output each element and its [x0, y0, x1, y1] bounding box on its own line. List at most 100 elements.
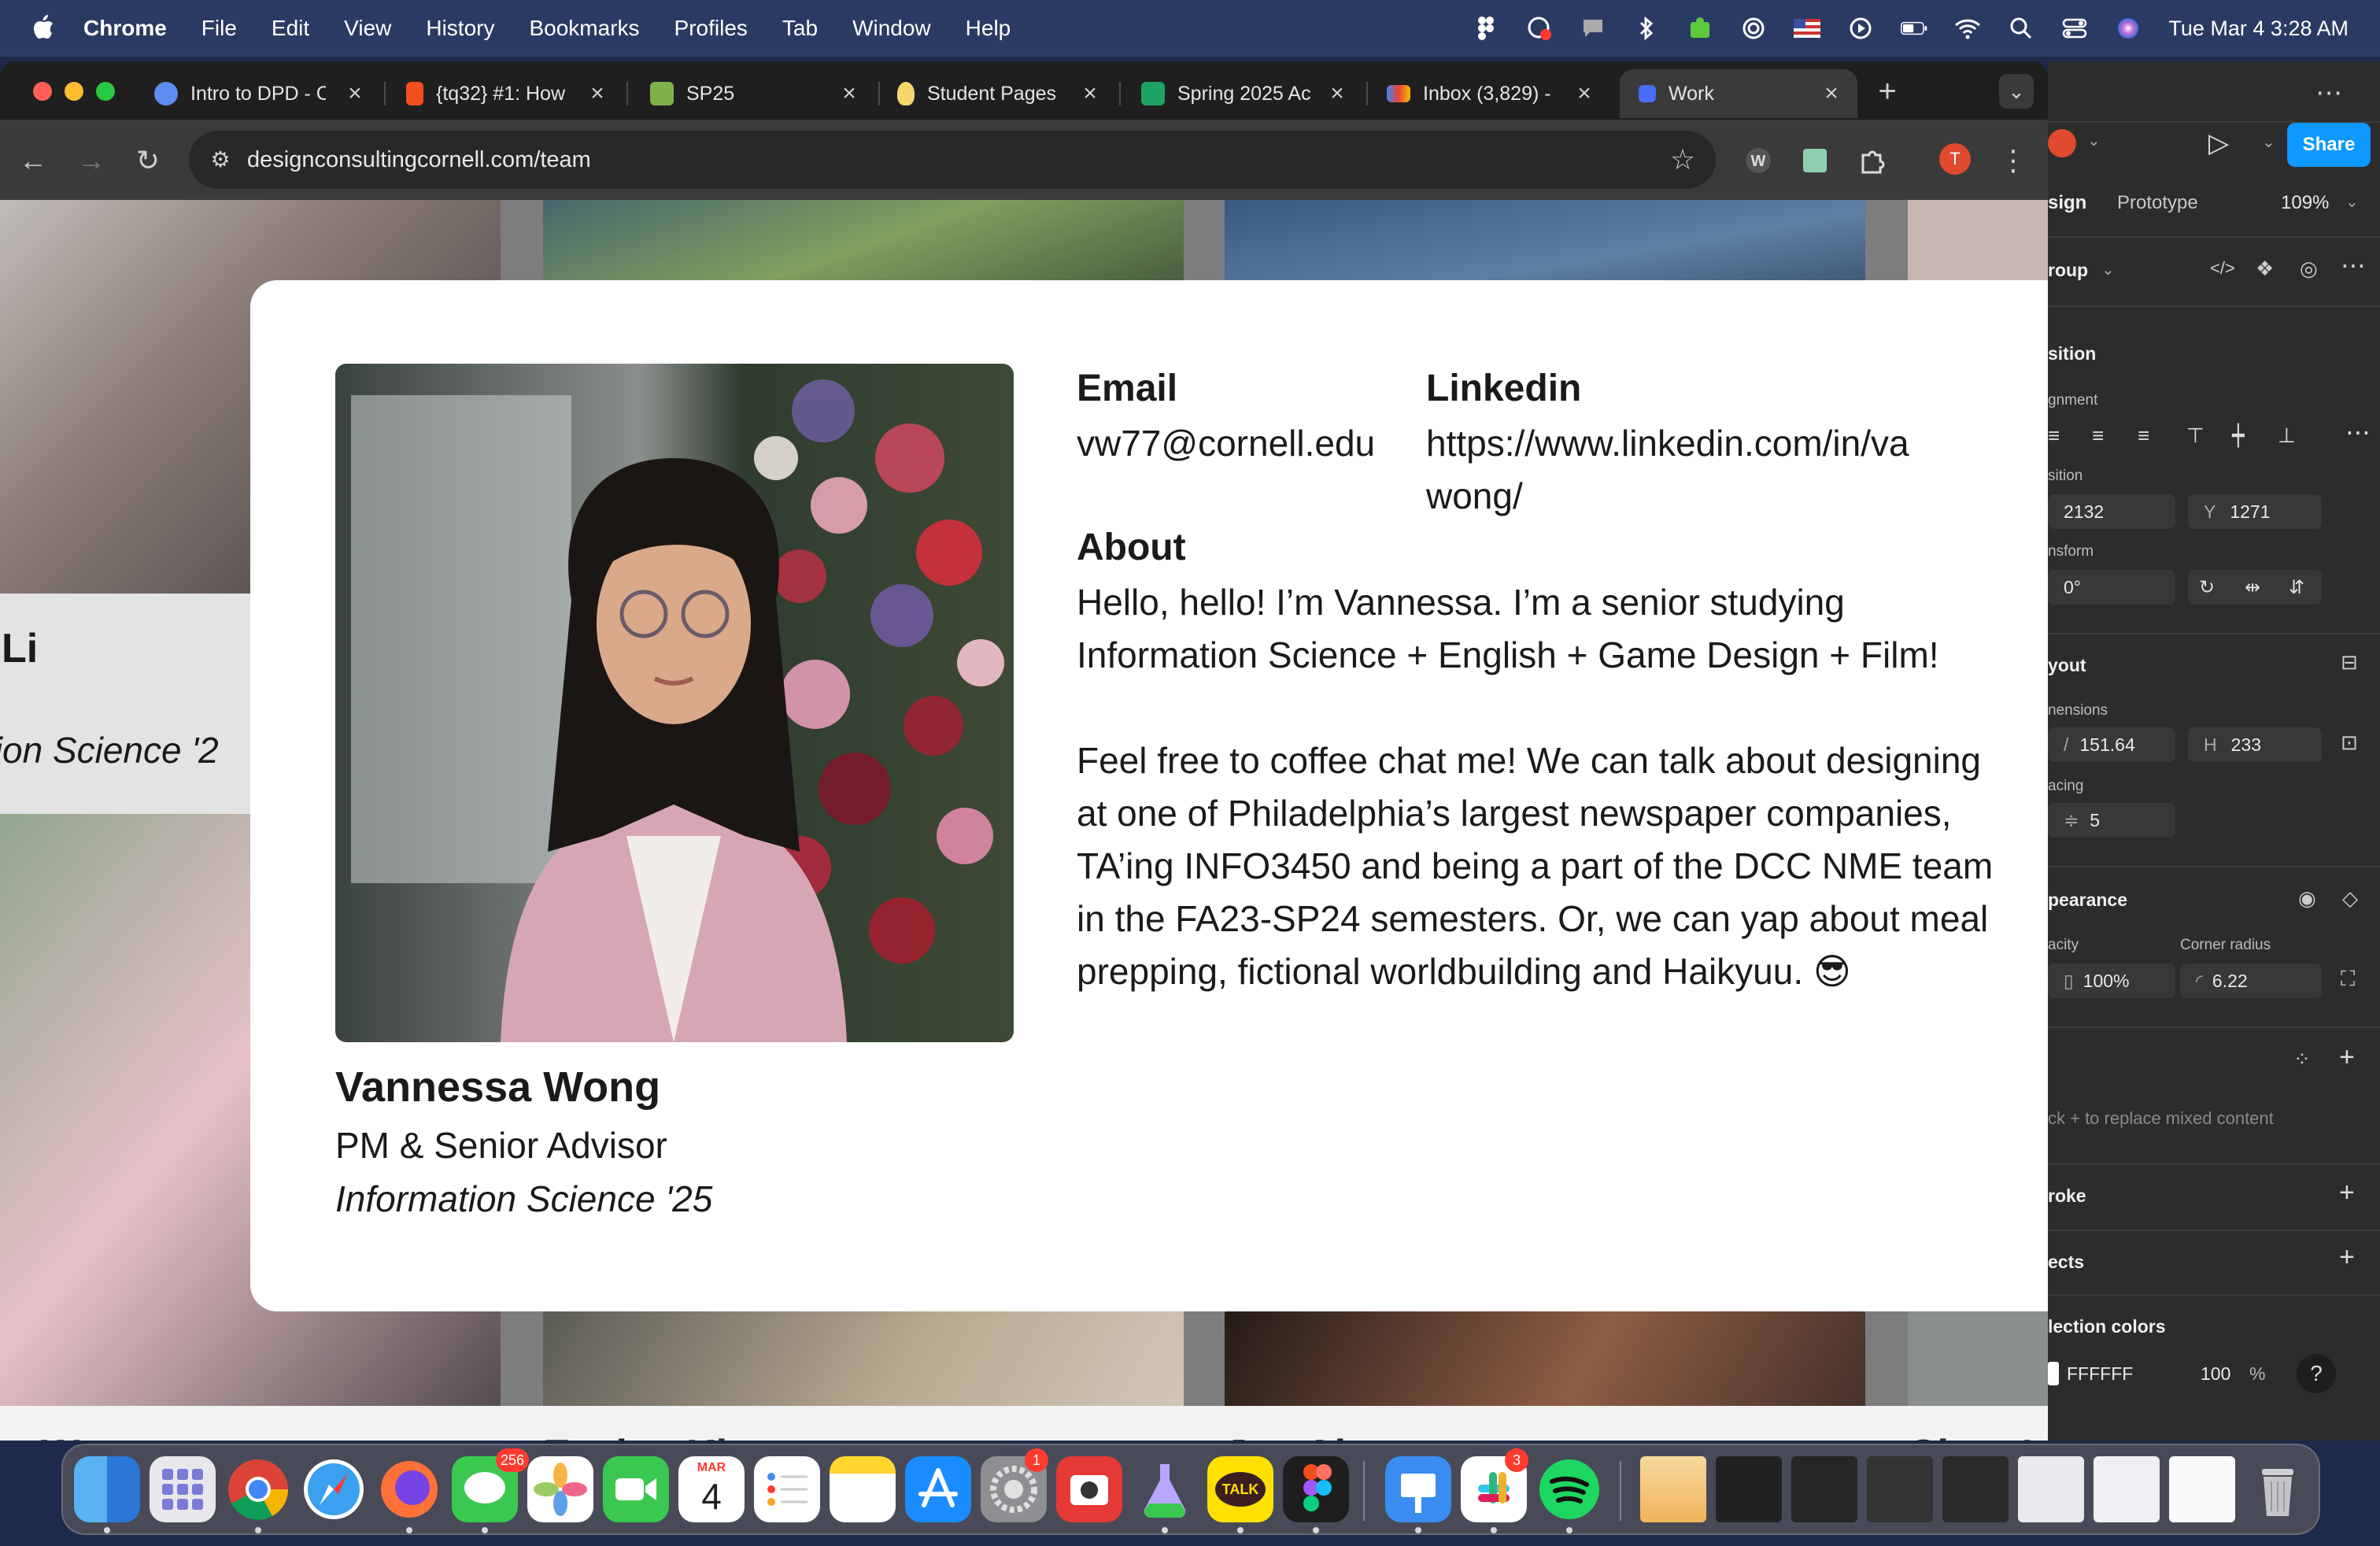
align-middle-icon[interactable]: ┿ [2232, 423, 2245, 448]
more-options-icon[interactable]: ⋯ [2341, 250, 2366, 280]
minimized-window-thumbnail[interactable] [2018, 1456, 2084, 1522]
us-flag-icon[interactable] [1794, 15, 1821, 42]
profile-avatar[interactable]: T [1939, 143, 1971, 175]
chevron-down-icon[interactable]: ⌄ [2087, 131, 2101, 150]
forward-arrow-icon[interactable]: → [74, 143, 109, 178]
auto-layout-icon[interactable]: ⊟ [2341, 650, 2358, 675]
visibility-eye-icon[interactable]: ◉ [2298, 886, 2316, 911]
chat-bubble-icon[interactable] [1580, 15, 1606, 42]
spacing-input[interactable]: ≑ 5 [2048, 803, 2175, 838]
notes-icon[interactable] [830, 1456, 896, 1522]
photo-booth-icon[interactable] [1056, 1456, 1122, 1522]
help-button[interactable]: ? [2297, 1354, 2336, 1393]
chrome-menu-kebab-icon[interactable]: ⋮ [1996, 143, 2031, 178]
potion-app-icon[interactable] [1132, 1456, 1198, 1522]
address-bar[interactable]: ⚙ designconsultingcornell.com/team ☆ [189, 131, 1716, 189]
minimized-window-thumbnail[interactable] [1867, 1456, 1933, 1522]
finder-icon[interactable] [74, 1456, 140, 1522]
chevron-down-icon[interactable]: ⌄ [2345, 192, 2359, 212]
align-top-icon[interactable]: ⊤ [2186, 423, 2204, 448]
corner-radius-input[interactable]: ◜ 6.22 [2180, 963, 2322, 998]
align-bottom-icon[interactable]: ⊥ [2278, 423, 2296, 448]
tab-spring-2025[interactable]: Spring 2025 Ac × [1141, 69, 1351, 118]
color-hex-value[interactable]: FFFFFF [2067, 1363, 2133, 1385]
puzzle-extension-icon[interactable] [1687, 15, 1713, 42]
new-tab-plus-icon[interactable]: + [1870, 74, 1905, 109]
menu-view[interactable]: View [344, 16, 391, 41]
spotlight-search-icon[interactable] [2008, 15, 2034, 42]
figma-share-button[interactable]: Share [2287, 123, 2371, 167]
distribute-more-icon[interactable]: ⋯ [2345, 417, 2371, 447]
align-right-icon[interactable]: ≡ [2138, 423, 2149, 448]
figma-dock-icon[interactable] [1283, 1456, 1349, 1522]
color-swatch[interactable] [2048, 1362, 2059, 1385]
safari-icon[interactable] [301, 1456, 367, 1522]
tab-work-active[interactable]: Work × [1620, 69, 1857, 118]
control-center-icon[interactable] [2061, 15, 2088, 42]
zoom-level[interactable]: 109% [2281, 192, 2329, 214]
y-position-input[interactable]: Y 1271 [2188, 494, 2322, 529]
minimized-window-thumbnail[interactable] [1791, 1456, 1857, 1522]
wifi-icon[interactable] [1954, 15, 1981, 42]
close-tab-icon[interactable]: × [1077, 80, 1103, 107]
bluetooth-icon[interactable] [1633, 15, 1660, 42]
site-info-icon[interactable]: ⚙ [203, 142, 238, 177]
figma-more-icon[interactable]: ⋯ [2315, 77, 2342, 109]
align-left-icon[interactable]: ≡ [2048, 423, 2060, 448]
kakaotalk-icon[interactable]: TALK [1207, 1456, 1273, 1522]
align-center-icon[interactable]: ≡ [2092, 423, 2104, 448]
minimized-window-thumbnail[interactable] [1942, 1456, 2009, 1522]
add-stroke-plus-icon[interactable]: + [2339, 1178, 2355, 1208]
photos-icon[interactable] [527, 1456, 593, 1522]
minimized-window-thumbnail[interactable] [2169, 1456, 2235, 1522]
close-tab-icon[interactable]: × [1818, 80, 1845, 107]
close-tab-icon[interactable]: × [1324, 80, 1351, 107]
back-arrow-icon[interactable]: ← [16, 143, 50, 178]
resize-icon[interactable]: ⊡ [2341, 730, 2358, 755]
tab-intro-to-dpd[interactable]: Intro to DPD - C × [154, 69, 368, 118]
calendar-icon[interactable]: MAR 4 [678, 1456, 745, 1522]
menu-profiles[interactable]: Profiles [674, 16, 748, 41]
menu-history[interactable]: History [426, 16, 494, 41]
facetime-icon[interactable] [603, 1456, 669, 1522]
launchpad-icon[interactable] [150, 1456, 216, 1522]
figma-avatar[interactable] [2048, 129, 2076, 157]
extension-w-icon[interactable]: W [1741, 143, 1776, 178]
mask-icon[interactable]: ◎ [2300, 257, 2318, 281]
menu-tab[interactable]: Tab [782, 16, 818, 41]
menu-bookmarks[interactable]: Bookmarks [529, 16, 639, 41]
component-icon[interactable]: ❖ [2256, 257, 2274, 281]
independent-corners-icon[interactable]: ⛶ [2341, 967, 2355, 992]
fill-styles-icon[interactable]: ⁘ [2293, 1047, 2311, 1071]
tab-inbox[interactable]: Inbox (3,829) - × [1387, 69, 1598, 118]
menu-bar-clock[interactable]: Tue Mar 4 3:28 AM [2168, 17, 2349, 41]
layer-type-label[interactable]: roup [2048, 260, 2088, 281]
width-input[interactable]: /151.64 [2048, 727, 2175, 762]
close-tab-icon[interactable]: × [1571, 80, 1598, 107]
siri-icon[interactable] [2115, 15, 2142, 42]
chrome-dock-icon[interactable] [225, 1456, 291, 1522]
close-tab-icon[interactable]: × [584, 80, 611, 107]
chevron-down-icon[interactable]: ⌄ [2101, 260, 2115, 279]
chevron-down-icon[interactable]: ⌄ [2262, 132, 2275, 152]
apple-logo-icon[interactable] [31, 14, 55, 41]
minimized-window-thumbnail[interactable] [2094, 1456, 2160, 1522]
reload-icon[interactable]: ↻ [131, 143, 165, 178]
play-circle-icon[interactable] [1847, 15, 1874, 42]
firefox-icon[interactable] [376, 1456, 442, 1522]
menu-file[interactable]: File [201, 16, 237, 41]
tab-design[interactable]: sign [2048, 192, 2086, 214]
airdrop-icon[interactable] [1740, 15, 1767, 42]
add-effect-plus-icon[interactable]: + [2339, 1242, 2355, 1273]
menu-window[interactable]: Window [852, 16, 931, 41]
extensions-puzzle-icon[interactable] [1854, 143, 1889, 178]
tab-prototype[interactable]: Prototype [2117, 192, 2198, 214]
linkedin-link-continued[interactable]: wong/ [1426, 470, 1523, 523]
reminders-icon[interactable] [754, 1456, 820, 1522]
color-opacity-value[interactable]: 100 [2201, 1363, 2230, 1385]
spotify-icon[interactable] [1536, 1456, 1602, 1522]
figma-status-icon[interactable] [1473, 15, 1499, 42]
add-fill-plus-icon[interactable]: + [2339, 1042, 2355, 1073]
bookmark-star-icon[interactable]: ☆ [1665, 142, 1700, 177]
flip-horizontal-icon[interactable]: ⇹ [2245, 576, 2260, 599]
